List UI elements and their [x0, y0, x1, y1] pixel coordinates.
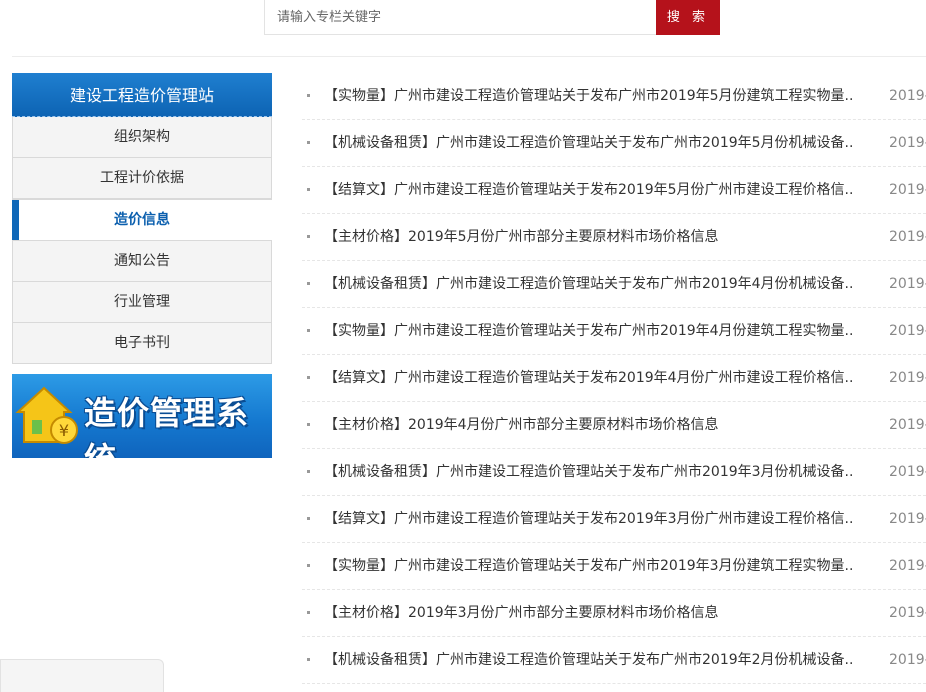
list-item[interactable]: 【结算文】广州市建设工程造价管理站关于发布2019年5月份广州市建设工程价格信.…: [302, 167, 926, 214]
list-item[interactable]: 【机械设备租赁】广州市建设工程造价管理站关于发布广州市2019年3月份机械设备.…: [302, 449, 926, 496]
divider: [12, 56, 926, 57]
cost-system-banner[interactable]: ¥ 造价管理系统: [12, 374, 272, 458]
bullet-icon: [307, 470, 310, 473]
article-date: 2019-: [889, 229, 926, 245]
bullet-icon: [307, 423, 310, 426]
article-title-link[interactable]: 【机械设备租赁】广州市建设工程造价管理站关于发布广州市2019年5月份机械设备.…: [324, 120, 854, 167]
article-date: 2019-: [889, 182, 926, 198]
sidebar-item-cost-info[interactable]: 造价信息: [12, 199, 272, 241]
sidebar-item-ebooks[interactable]: 电子书刊: [12, 323, 272, 364]
article-title-link[interactable]: 【实物量】广州市建设工程造价管理站关于发布广州市2019年4月份建筑工程实物量.…: [324, 308, 854, 355]
bottom-tab: [0, 659, 164, 692]
sidebar-item-org[interactable]: 组织架构: [12, 117, 272, 158]
article-date: 2019-: [889, 558, 926, 574]
article-date: 2019-: [889, 276, 926, 292]
svg-text:¥: ¥: [59, 421, 69, 440]
article-date: 2019-: [889, 135, 926, 151]
list-item[interactable]: 【主材价格】2019年3月份广州市部分主要原材料市场价格信息 2019-: [302, 590, 926, 637]
sidebar-item-pricing-basis[interactable]: 工程计价依据: [12, 158, 272, 199]
house-yen-icon: ¥: [15, 386, 78, 444]
sidebar-title: 建设工程造价管理站: [12, 73, 272, 117]
sidebar-item-notices[interactable]: 通知公告: [12, 241, 272, 282]
bullet-icon: [307, 282, 310, 285]
article-title-link[interactable]: 【实物量】广州市建设工程造价管理站关于发布广州市2019年3月份建筑工程实物量.…: [324, 543, 854, 590]
search-button[interactable]: 搜 索: [656, 0, 720, 35]
article-date: 2019-: [889, 511, 926, 527]
bullet-icon: [307, 517, 310, 520]
article-title-link[interactable]: 【结算文】广州市建设工程造价管理站关于发布2019年3月份广州市建设工程价格信.…: [324, 496, 854, 543]
article-title-link[interactable]: 【机械设备租赁】广州市建设工程造价管理站关于发布广州市2019年3月份机械设备.…: [324, 449, 854, 496]
article-title-link[interactable]: 【实物量】广州市建设工程造价管理站关于发布广州市2019年5月份建筑工程实物量.…: [324, 73, 854, 120]
list-item[interactable]: 【机械设备租赁】广州市建设工程造价管理站关于发布广州市2019年4月份机械设备.…: [302, 261, 926, 308]
bullet-icon: [307, 658, 310, 661]
list-item[interactable]: 【机械设备租赁】广州市建设工程造价管理站关于发布广州市2019年5月份机械设备.…: [302, 120, 926, 167]
search-input[interactable]: 请输入专栏关键字: [264, 0, 656, 35]
list-item[interactable]: 【结算文】广州市建设工程造价管理站关于发布2019年3月份广州市建设工程价格信.…: [302, 496, 926, 543]
sidebar-item-industry[interactable]: 行业管理: [12, 282, 272, 323]
list-item[interactable]: 【机械设备租赁】广州市建设工程造价管理站关于发布广州市2019年2月份机械设备.…: [302, 637, 926, 684]
article-title-link[interactable]: 【机械设备租赁】广州市建设工程造价管理站关于发布广州市2019年2月份机械设备.…: [324, 637, 854, 684]
article-date: 2019-: [889, 370, 926, 386]
list-item[interactable]: 【实物量】广州市建设工程造价管理站关于发布广州市2019年3月份建筑工程实物量.…: [302, 543, 926, 590]
list-item[interactable]: 【主材价格】2019年5月份广州市部分主要原材料市场价格信息 2019-: [302, 214, 926, 261]
article-date: 2019-: [889, 417, 926, 433]
banner-title: 造价管理系统: [84, 394, 250, 458]
article-title-link[interactable]: 【机械设备租赁】广州市建设工程造价管理站关于发布广州市2019年4月份机械设备.…: [324, 261, 854, 308]
list-item[interactable]: 【结算文】广州市建设工程造价管理站关于发布2019年4月份广州市建设工程价格信.…: [302, 355, 926, 402]
list-item[interactable]: 【实物量】广州市建设工程造价管理站关于发布广州市2019年5月份建筑工程实物量.…: [302, 73, 926, 120]
bullet-icon: [307, 564, 310, 567]
article-list: 【实物量】广州市建设工程造价管理站关于发布广州市2019年5月份建筑工程实物量.…: [302, 73, 926, 684]
article-title-link[interactable]: 【结算文】广州市建设工程造价管理站关于发布2019年4月份广州市建设工程价格信.…: [324, 355, 854, 402]
bullet-icon: [307, 235, 310, 238]
article-date: 2019-: [889, 464, 926, 480]
article-title-link[interactable]: 【主材价格】2019年4月份广州市部分主要原材料市场价格信息: [324, 402, 854, 449]
bullet-icon: [307, 611, 310, 614]
sidebar: 建设工程造价管理站 组织架构 工程计价依据 造价信息 通知公告 行业管理 电子书…: [12, 73, 272, 364]
bullet-icon: [307, 329, 310, 332]
article-date: 2019-: [889, 652, 926, 668]
bullet-icon: [307, 94, 310, 97]
list-item[interactable]: 【实物量】广州市建设工程造价管理站关于发布广州市2019年4月份建筑工程实物量.…: [302, 308, 926, 355]
article-date: 2019-: [889, 605, 926, 621]
article-title-link[interactable]: 【主材价格】2019年5月份广州市部分主要原材料市场价格信息: [324, 214, 854, 261]
bullet-icon: [307, 141, 310, 144]
article-date: 2019-: [889, 88, 926, 104]
bullet-icon: [307, 188, 310, 191]
bullet-icon: [307, 376, 310, 379]
article-title-link[interactable]: 【主材价格】2019年3月份广州市部分主要原材料市场价格信息: [324, 590, 854, 637]
list-item[interactable]: 【主材价格】2019年4月份广州市部分主要原材料市场价格信息 2019-: [302, 402, 926, 449]
article-title-link[interactable]: 【结算文】广州市建设工程造价管理站关于发布2019年5月份广州市建设工程价格信.…: [324, 167, 854, 214]
article-date: 2019-: [889, 323, 926, 339]
